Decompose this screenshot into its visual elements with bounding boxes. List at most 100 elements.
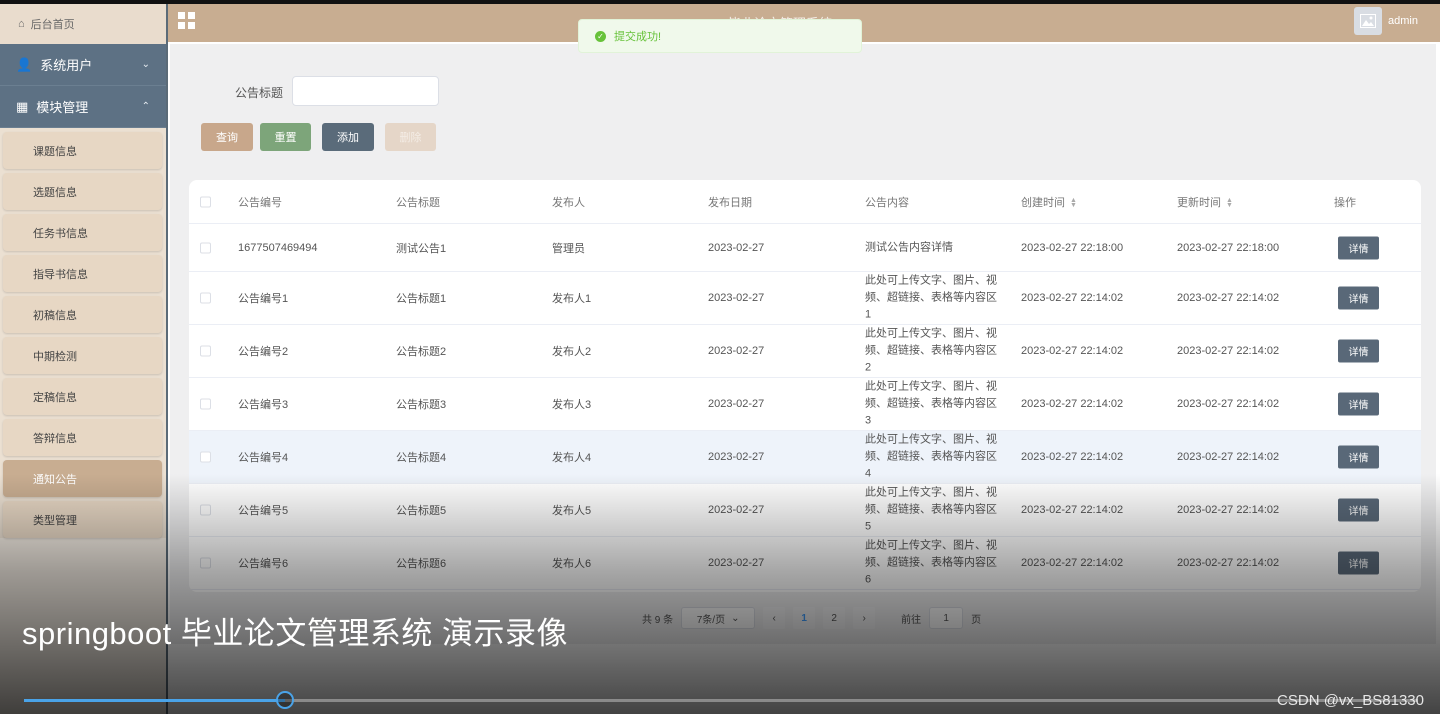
detail-button[interactable]: 详情 [1338, 498, 1379, 522]
column-header: 公告编号 [238, 196, 282, 209]
table-cell: 发布人3 [552, 399, 592, 411]
table-cell: 此处可上传文字、图片、视频、超链接、表格等内容区5 [865, 486, 997, 533]
page-number-button[interactable]: 1 [793, 607, 816, 629]
table-cell: 发布人6 [552, 558, 592, 570]
table-header: 公告编号 公告标题 发布人 发布日期 公告内容 创建时间 ▲ ▼ 更新时间 ▲ ▼ 操作 [189, 180, 1421, 224]
table-row[interactable]: 公告编号4 公告标题4 发布人4 2023-02-27 此处可上传文字、图片、视频、超链… [189, 431, 1421, 484]
table-cell: 2023-02-27 [708, 557, 765, 569]
goto-page-input[interactable]: 1 [929, 607, 964, 629]
sidebar-item[interactable]: 初稿信息 [3, 296, 162, 333]
reset-button[interactable]: 重置 [260, 123, 311, 151]
row-checkbox[interactable] [200, 292, 211, 304]
sidebar-item[interactable]: 选题信息 [3, 173, 162, 210]
page-number-button[interactable]: 2 [823, 607, 846, 629]
sidebar-item[interactable]: 中期检测 [3, 337, 162, 374]
column-header: 公告内容 [865, 196, 909, 209]
video-progress-handle[interactable] [276, 691, 294, 709]
row-checkbox[interactable] [200, 242, 211, 253]
sidebar-item[interactable]: 定稿信息 [3, 378, 162, 415]
goto-label: 前往 [901, 614, 922, 626]
table-row[interactable]: 公告编号3 公告标题3 发布人3 2023-02-27 此处可上传文字、图片、视频、超链… [189, 378, 1421, 431]
add-button[interactable]: 添加 [322, 123, 374, 151]
table-row[interactable]: 公告编号6 公告标题6 发布人6 2023-02-27 此处可上传文字、图片、视频、超链… [189, 537, 1421, 590]
sidebar-item[interactable]: 答辩信息 [3, 419, 162, 456]
column-header-label: 更新时间 [1177, 196, 1221, 209]
sidebar-home[interactable]: ⌂ 后台首页 [0, 4, 166, 44]
table-cell: 公告标题3 [396, 399, 447, 411]
check-icon: ✓ [595, 30, 606, 42]
row-checkbox[interactable] [200, 504, 211, 516]
avatar[interactable] [1354, 7, 1382, 35]
detail-button[interactable]: 详情 [1338, 339, 1379, 363]
table-cell: 公告标题5 [396, 505, 447, 517]
table-cell: 此处可上传文字、图片、视频、超链接、表格等内容区4 [865, 433, 997, 480]
column-header: 操作 [1334, 196, 1356, 209]
query-button[interactable]: 查询 [201, 123, 253, 151]
menu-toggle-icon[interactable] [178, 12, 195, 29]
table-cell: 2023-02-27 22:14:02 [1177, 557, 1280, 569]
total-count: 共 9 条 [642, 614, 674, 626]
table-cell: 发布人4 [552, 452, 592, 464]
sidebar-item[interactable]: 类型管理 [3, 501, 162, 538]
table-cell: 测试公告内容详情 [865, 241, 953, 253]
sidebar-group-label: 模块管理 [36, 100, 89, 115]
page-size-value: 7条/页 [696, 614, 726, 626]
chevron-up-icon: ⌃ [141, 101, 150, 112]
sidebar-item-active[interactable]: 通知公告 [3, 460, 162, 497]
sort-icon[interactable]: ▲ ▼ [1226, 197, 1233, 209]
row-checkbox[interactable] [200, 451, 211, 463]
next-page-button[interactable]: › [853, 607, 876, 629]
select-all-checkbox[interactable] [200, 196, 211, 207]
search-input[interactable] [292, 76, 439, 106]
detail-button[interactable]: 详情 [1338, 445, 1379, 469]
detail-button[interactable]: 详情 [1338, 551, 1379, 575]
goto-suffix: 页 [971, 614, 982, 626]
video-progress-bar[interactable] [24, 691, 1418, 709]
column-header: 发布人 [552, 196, 585, 209]
table-row[interactable]: 公告编号5 公告标题5 发布人5 2023-02-27 此处可上传文字、图片、视频、超链… [189, 484, 1421, 537]
table-row[interactable]: 公告编号1 公告标题1 发布人1 2023-02-27 此处可上传文字、图片、视频、超链… [189, 272, 1421, 325]
table-cell: 此处可上传文字、图片、视频、超链接、表格等内容区2 [865, 327, 997, 374]
table-cell: 2023-02-27 22:14:02 [1021, 292, 1124, 304]
sidebar-group-system-users[interactable]: 👤 系统用户 ⌄ [0, 44, 166, 86]
username[interactable]: admin [1388, 15, 1418, 27]
sidebar-group-modules[interactable]: ▦ 模块管理 ⌃ [0, 86, 166, 128]
app-window: ⌂ 后台首页 👤 系统用户 ⌄ ▦ 模块管理 ⌃ 课题信息 选题信息 任务书信息… [0, 0, 1440, 714]
column-header: 发布日期 [708, 196, 752, 209]
table-cell: 2023-02-27 [708, 345, 765, 357]
success-toast: ✓ 提交成功! [578, 19, 862, 53]
notice-table: 公告编号 公告标题 发布人 发布日期 公告内容 创建时间 ▲ ▼ 更新时间 ▲ ▼ 操作… [189, 180, 1421, 592]
row-checkbox[interactable] [200, 345, 211, 357]
table-cell: 公告标题4 [396, 452, 447, 464]
table-cell: 2023-02-27 22:14:02 [1177, 398, 1280, 410]
row-checkbox[interactable] [200, 398, 211, 410]
row-checkbox[interactable] [200, 557, 211, 569]
prev-page-button[interactable]: ‹ [763, 607, 786, 629]
chevron-down-icon: ⌄ [141, 59, 150, 70]
page-size-select[interactable]: 7条/页 ⌄ [681, 607, 756, 629]
table-cell: 公告编号2 [238, 346, 289, 358]
delete-button[interactable]: 删除 [385, 123, 436, 151]
main-content: 公告标题 查询 重置 添加 删除 公告编号 公告标题 发布人 发布日期 公告内容… [170, 44, 1436, 644]
detail-button[interactable]: 详情 [1338, 286, 1379, 310]
table-row[interactable]: 公告编号2 公告标题2 发布人2 2023-02-27 此处可上传文字、图片、视频、超链… [189, 325, 1421, 378]
table-cell: 公告编号3 [238, 399, 289, 411]
detail-button[interactable]: 详情 [1338, 392, 1379, 416]
table-row[interactable]: 1677507469494 测试公告1 管理员 2023-02-27 测试公告内容详情 2… [189, 224, 1421, 272]
detail-button[interactable]: 详情 [1338, 236, 1379, 259]
sort-icon[interactable]: ▲ ▼ [1070, 197, 1077, 209]
sidebar-submenu: 课题信息 选题信息 任务书信息 指导书信息 初稿信息 中期检测 定稿信息 答辩信… [0, 128, 166, 538]
table-cell: 公告编号1 [238, 293, 289, 305]
column-header-sortable[interactable]: 更新时间 ▲ ▼ [1177, 194, 1233, 210]
sidebar-item[interactable]: 指导书信息 [3, 255, 162, 292]
image-icon [1360, 14, 1376, 28]
sidebar-home-label: 后台首页 [30, 19, 75, 31]
column-header: 公告标题 [396, 196, 440, 209]
column-header-sortable[interactable]: 创建时间 ▲ ▼ [1021, 194, 1077, 210]
home-icon: ⌂ [18, 18, 25, 30]
grid-icon: ▦ [16, 98, 29, 114]
sidebar-item[interactable]: 任务书信息 [3, 214, 162, 251]
sidebar-item[interactable]: 课题信息 [3, 132, 162, 169]
table-cell: 2023-02-27 22:14:02 [1021, 345, 1124, 357]
table-cell: 1677507469494 [238, 241, 318, 254]
